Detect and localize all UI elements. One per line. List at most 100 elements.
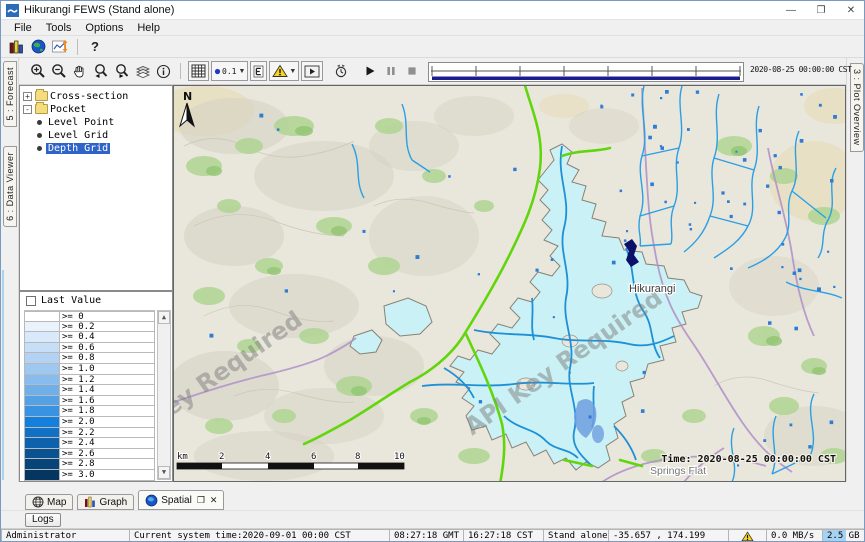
warning-icon bbox=[741, 531, 754, 542]
legend-color-swatch bbox=[24, 428, 60, 439]
legend-row[interactable]: >= 2.4 bbox=[24, 438, 155, 449]
legend-color-swatch bbox=[24, 406, 60, 417]
legend-color-swatch bbox=[24, 332, 60, 343]
tree-item-cross-section[interactable]: + Cross-section bbox=[20, 90, 172, 102]
last-value-checkbox[interactable] bbox=[26, 296, 36, 306]
tab-graph[interactable]: Graph bbox=[77, 494, 134, 510]
legend-row[interactable]: >= 0.6 bbox=[24, 343, 155, 354]
status-user: Administrator bbox=[1, 529, 129, 542]
menu-tools[interactable]: Tools bbox=[39, 22, 79, 34]
tree-item-depth-grid[interactable]: Depth Grid bbox=[20, 142, 172, 154]
menu-help[interactable]: Help bbox=[130, 22, 167, 34]
status-coordinates: -35.657 , 174.199 bbox=[608, 529, 728, 542]
legend-row[interactable]: >= 2.2 bbox=[24, 428, 155, 439]
svg-text:N: N bbox=[183, 90, 192, 103]
minimize-button[interactable]: — bbox=[776, 1, 806, 19]
pause-button[interactable] bbox=[380, 60, 401, 82]
legend-value-label: >= 3.0 bbox=[60, 470, 155, 481]
svg-text:10: 10 bbox=[394, 452, 405, 462]
zoom-in-icon[interactable] bbox=[27, 60, 48, 82]
chevron-down-icon: ▼ bbox=[289, 68, 296, 75]
legend-row[interactable]: >= 2.6 bbox=[24, 449, 155, 460]
maximize-button[interactable]: ❐ bbox=[806, 1, 836, 19]
help-button[interactable]: ? bbox=[84, 37, 106, 57]
database-explorer-icon[interactable] bbox=[5, 37, 27, 57]
legend-value-label: >= 0.4 bbox=[60, 332, 155, 343]
legend-value-label: >= 2.6 bbox=[60, 449, 155, 460]
scroll-down-icon[interactable]: ▼ bbox=[158, 466, 170, 479]
legend-row[interactable]: >= 2.0 bbox=[24, 417, 155, 428]
menu-options[interactable]: Options bbox=[78, 22, 130, 34]
status-memory: 2.5 GB bbox=[822, 529, 865, 542]
legend-scrollbar[interactable]: ▲ ▼ bbox=[157, 310, 171, 480]
pan-hand-icon[interactable] bbox=[69, 60, 90, 82]
collapse-icon[interactable]: - bbox=[23, 105, 32, 114]
tab-plot-overview[interactable]: 3 : Plot Overview bbox=[850, 63, 864, 152]
time-slider[interactable] bbox=[428, 62, 744, 82]
legend-row[interactable]: >= 0.4 bbox=[24, 332, 155, 343]
legend-row[interactable]: >= 1.6 bbox=[24, 396, 155, 407]
left-tab-strip: 5 : Forecast 6 : Data Viewer bbox=[1, 58, 19, 482]
spatial-display-icon[interactable] bbox=[27, 37, 49, 57]
expander-icon[interactable]: + bbox=[23, 92, 32, 101]
stop-button[interactable] bbox=[401, 60, 422, 82]
label-toggle-button[interactable] bbox=[250, 61, 267, 81]
tab-data-viewer[interactable]: 6 : Data Viewer bbox=[3, 146, 17, 227]
info-icon[interactable] bbox=[153, 60, 174, 82]
legend-row[interactable]: >= 1.2 bbox=[24, 375, 155, 386]
interval-value: 0.1 bbox=[222, 67, 236, 76]
legend-row[interactable]: >= 3.0 bbox=[24, 470, 155, 481]
svg-text:km: km bbox=[177, 452, 188, 462]
close-button[interactable]: ✕ bbox=[836, 1, 865, 19]
legend-value-label: >= 0.6 bbox=[60, 343, 155, 354]
folder-icon bbox=[35, 104, 48, 114]
layers-icon[interactable] bbox=[132, 60, 153, 82]
tree-item-level-point[interactable]: Level Point bbox=[20, 116, 172, 128]
tab-map[interactable]: Map bbox=[25, 494, 73, 510]
legend-row[interactable]: >= 0.8 bbox=[24, 353, 155, 364]
tree-item-pocket[interactable]: - Pocket bbox=[20, 103, 172, 115]
legend-value-label: >= 1.4 bbox=[60, 385, 155, 396]
logs-button[interactable]: Logs bbox=[25, 513, 61, 527]
legend-color-swatch bbox=[24, 375, 60, 386]
svg-text:8: 8 bbox=[355, 452, 360, 462]
legend-row[interactable]: >= 0 bbox=[24, 311, 155, 322]
status-download-speed: 0.0 MB/s bbox=[766, 529, 822, 542]
node-bullet-icon bbox=[37, 146, 42, 151]
tab-restore-icon[interactable]: ❐ bbox=[197, 495, 205, 506]
logs-row: Logs bbox=[1, 510, 865, 528]
status-warning-cell[interactable] bbox=[728, 529, 766, 542]
zoom-out-icon[interactable] bbox=[48, 60, 69, 82]
legend-color-swatch bbox=[24, 396, 60, 407]
legend-row[interactable]: >= 1.4 bbox=[24, 385, 155, 396]
legend-value-label: >= 0.8 bbox=[60, 353, 155, 364]
animation-timer-icon[interactable] bbox=[330, 60, 351, 82]
zoom-next-icon[interactable] bbox=[111, 60, 132, 82]
menu-file[interactable]: File bbox=[7, 22, 39, 34]
scroll-up-icon[interactable]: ▲ bbox=[158, 311, 170, 324]
status-system-time: Current system time:2020-09-01 00:00 CST bbox=[129, 529, 389, 542]
timeseries-display-icon[interactable] bbox=[49, 37, 71, 57]
title-bar: Hikurangi FEWS (Stand alone) — ❐ ✕ bbox=[1, 1, 865, 20]
warnings-dropdown[interactable]: ▼ bbox=[269, 61, 299, 81]
legend-value-label: >= 1.2 bbox=[60, 375, 155, 386]
animation-movie-button[interactable] bbox=[301, 61, 323, 81]
chevron-down-icon: ▼ bbox=[238, 68, 245, 75]
legend-row[interactable]: >= 1.8 bbox=[24, 406, 155, 417]
tree-item-level-grid[interactable]: Level Grid bbox=[20, 129, 172, 141]
classify-interval-dropdown[interactable]: 0.1 ▼ bbox=[211, 61, 248, 81]
legend-row[interactable]: >= 1.0 bbox=[24, 364, 155, 375]
tab-close-icon[interactable]: ✕ bbox=[210, 495, 218, 506]
tab-spatial[interactable]: Spatial ❐ ✕ bbox=[138, 490, 224, 510]
legend-value-label: >= 2.4 bbox=[60, 438, 155, 449]
map-canvas[interactable]: API Key Required API Key Required Hikura… bbox=[173, 85, 846, 482]
legend-list: >= 0 >= 0.2 >= 0.4 >= 0.6 >= 0.8 >= 1.0 … bbox=[24, 310, 155, 481]
legend-header: Last Value bbox=[20, 292, 172, 309]
tab-forecast[interactable]: 5 : Forecast bbox=[3, 61, 17, 127]
svg-text:6: 6 bbox=[311, 452, 316, 462]
grid-display-button[interactable] bbox=[188, 61, 209, 81]
legend-row[interactable]: >= 0.2 bbox=[24, 322, 155, 333]
zoom-previous-icon[interactable] bbox=[90, 60, 111, 82]
legend-row[interactable]: >= 2.8 bbox=[24, 459, 155, 470]
play-button[interactable] bbox=[359, 60, 380, 82]
